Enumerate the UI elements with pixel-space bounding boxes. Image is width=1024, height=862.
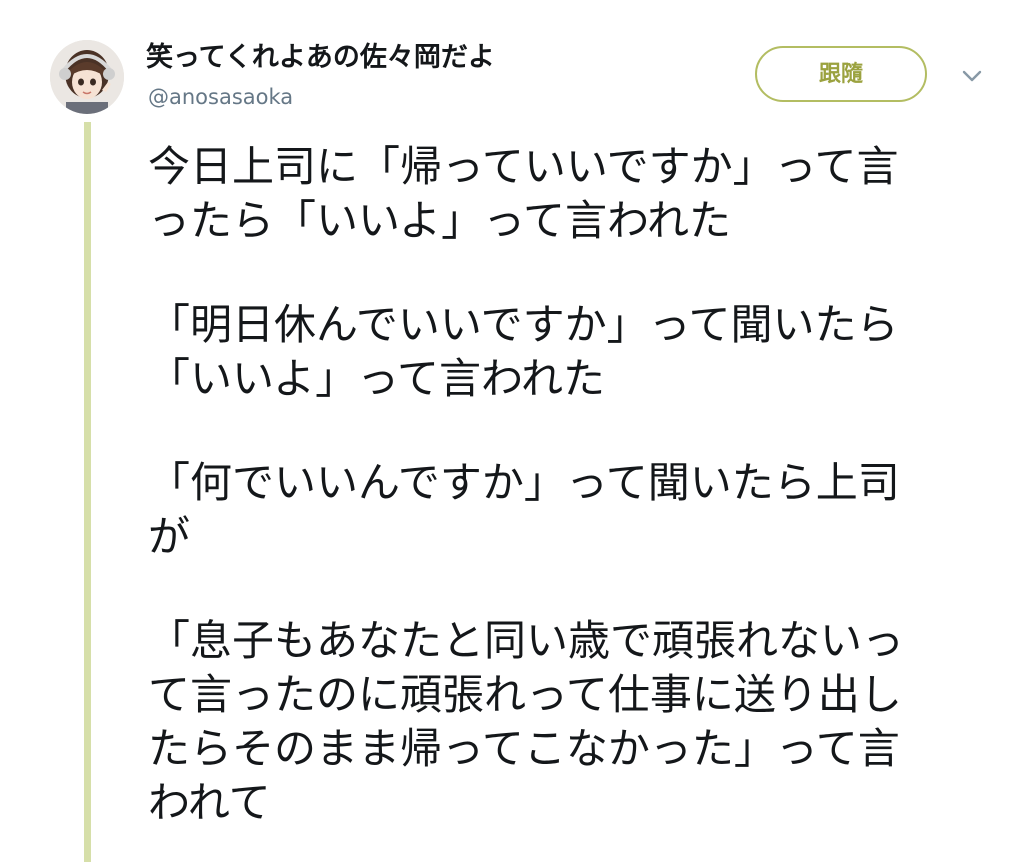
tweet-line: たらそのまま帰ってこなかった」って言 xyxy=(148,724,900,773)
anime-girl-avatar-icon[interactable] xyxy=(50,40,124,114)
tweet-line: 「いいよ」って言われた xyxy=(148,354,605,403)
follow-button[interactable]: 跟隨 xyxy=(755,46,927,102)
thread-connector-line xyxy=(84,122,91,862)
tweet-text: 今日上司に「帰っていいですか」って言 ったら「いいよ」って言われた 「明日休んで… xyxy=(148,140,978,830)
tweet-line: て言ったのに頑張れって仕事に送り出し xyxy=(148,670,902,719)
tweet-line: 今日上司に「帰っていいですか」って言 xyxy=(148,142,899,191)
tweet-line: ったら「いいよ」って言われた xyxy=(148,196,731,245)
user-handle[interactable]: @anosasaoka xyxy=(148,84,293,110)
tweet-line: 「何でいいんですか」って聞いたら上司 xyxy=(148,458,900,507)
tweet-line: われて xyxy=(148,778,271,827)
tweet-line: 「息子もあなたと同い歳で頑張れないっ xyxy=(148,616,905,665)
chevron-down-icon[interactable] xyxy=(959,66,985,86)
tweet-line: が xyxy=(148,512,191,561)
user-display-name[interactable]: 笑ってくれよあの佐々岡だよ xyxy=(146,40,495,76)
tweet-line: 「明日休んでいいですか」って聞いたら xyxy=(148,300,899,349)
